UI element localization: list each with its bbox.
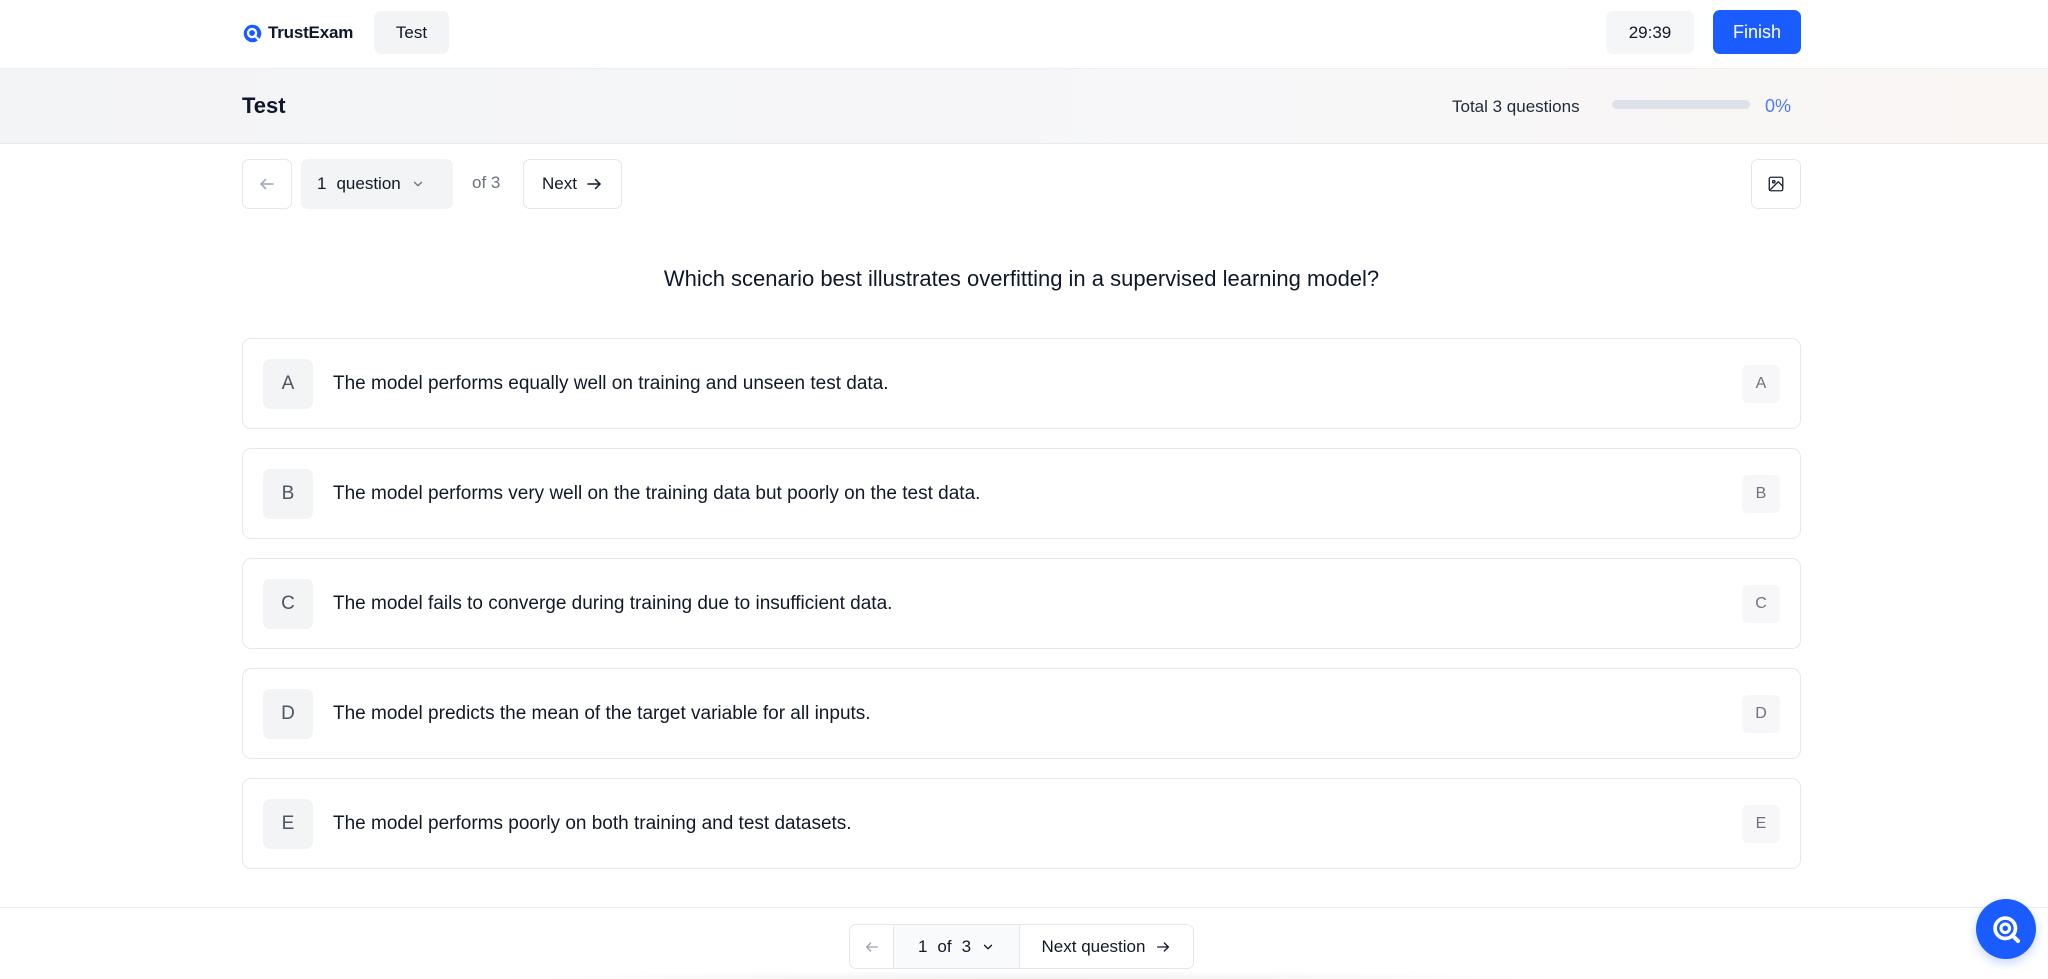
answer-option[interactable]: B The model performs very well on the tra… xyxy=(242,448,1801,539)
bottom-current-page: 1 xyxy=(917,936,928,956)
question-word: question xyxy=(336,174,401,193)
next-question-button[interactable]: Next question xyxy=(1020,925,1193,968)
option-text: The model fails to converge during train… xyxy=(333,593,893,614)
image-button[interactable] xyxy=(1751,159,1801,209)
option-letter-badge: A xyxy=(263,359,313,409)
progress-bar xyxy=(1612,100,1750,109)
tab-test[interactable]: Test xyxy=(374,11,449,54)
question-count-label: of 3 xyxy=(472,173,501,192)
question-selector[interactable]: 1 question xyxy=(301,159,453,209)
bottom-shadow xyxy=(480,970,1580,979)
next-question-label: Next question xyxy=(1041,936,1146,956)
brand-name: TrustExam xyxy=(268,23,354,42)
bottom-total-pages: 3 xyxy=(961,936,972,956)
timer: 29:39 xyxy=(1606,11,1694,54)
arrow-left-icon xyxy=(258,175,276,193)
next-label: Next xyxy=(542,174,577,193)
total-questions-label: Total 3 questions xyxy=(1452,97,1580,116)
option-text: The model predicts the mean of the targe… xyxy=(333,703,871,724)
question-text: Which scenario best illustrates overfitt… xyxy=(663,266,1380,291)
option-shortcut-key: E xyxy=(1742,805,1780,843)
answer-option[interactable]: C The model fails to converge during trai… xyxy=(242,558,1801,649)
option-letter-badge: C xyxy=(263,579,313,629)
option-letter-badge: E xyxy=(263,799,313,849)
chevron-down-icon xyxy=(981,940,995,954)
chat-button[interactable] xyxy=(1976,899,2036,959)
option-shortcut-key: A xyxy=(1742,365,1780,403)
bottom-page-selector[interactable]: 1 of 3 xyxy=(894,925,1020,968)
chevron-down-icon xyxy=(411,177,425,191)
answer-option[interactable]: E The model performs poorly on both train… xyxy=(242,778,1801,869)
option-shortcut-key: C xyxy=(1742,585,1780,623)
option-letter-badge: B xyxy=(263,469,313,519)
test-header: Test Total 3 questions 0% xyxy=(0,69,2048,144)
option-text: The model performs very well on the trai… xyxy=(333,483,981,504)
bottom-of-word: of xyxy=(937,936,952,956)
option-shortcut-key: B xyxy=(1742,475,1780,513)
brand[interactable]: TrustExam xyxy=(242,21,353,45)
progress-percent: 0% xyxy=(1765,96,1792,116)
option-letter-badge: D xyxy=(263,689,313,739)
chat-bubble-icon xyxy=(1989,912,2023,946)
finish-button[interactable]: Finish xyxy=(1713,10,1801,54)
arrow-right-icon xyxy=(585,175,603,193)
answer-option[interactable]: A The model performs equally well on trai… xyxy=(242,338,1801,429)
image-icon xyxy=(1767,175,1785,193)
bottom-previous-button[interactable] xyxy=(850,925,894,968)
option-shortcut-key: D xyxy=(1742,695,1780,733)
brand-logo-icon xyxy=(242,23,263,44)
bottom-navigation: 1 of 3 Next question xyxy=(849,924,1194,969)
page-title: Test xyxy=(242,93,286,118)
option-text: The model performs poorly on both traini… xyxy=(333,813,852,834)
previous-question-button[interactable] xyxy=(242,159,292,209)
arrow-left-icon xyxy=(864,939,880,955)
next-button[interactable]: Next xyxy=(523,159,622,209)
answer-option[interactable]: D The model predicts the mean of the targ… xyxy=(242,668,1801,759)
arrow-right-icon xyxy=(1155,939,1171,955)
bottom-divider xyxy=(0,907,2048,908)
question-number: 1 xyxy=(317,174,327,193)
top-bar: TrustExam Test 29:39 Finish xyxy=(0,0,2048,69)
option-text: The model performs equally well on train… xyxy=(333,373,889,394)
